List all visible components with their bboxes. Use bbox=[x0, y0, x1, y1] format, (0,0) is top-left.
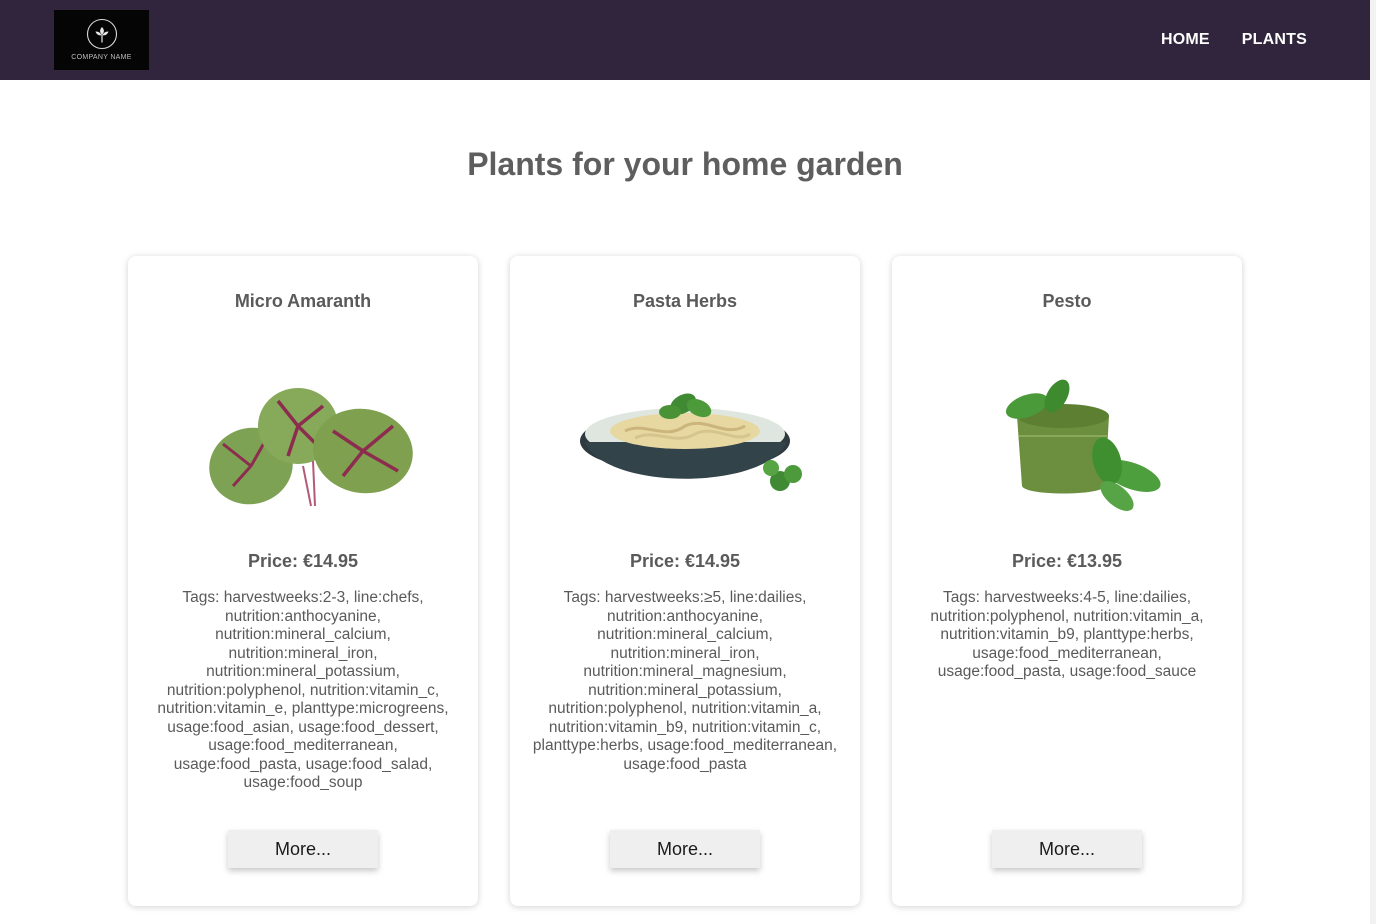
pasta-herbs-image bbox=[580, 393, 802, 491]
scrollbar[interactable] bbox=[1370, 0, 1376, 924]
more-button[interactable]: More... bbox=[992, 830, 1142, 868]
leaf-logo-icon bbox=[86, 18, 117, 50]
navbar: COMPANY NAME HOME PLANTS bbox=[0, 0, 1370, 80]
nav-links: HOME PLANTS bbox=[1161, 0, 1307, 80]
card-tags: Tags: harvestweeks:4-5, line:dailies, nu… bbox=[930, 589, 1204, 680]
card-title: Pasta Herbs bbox=[632, 291, 738, 311]
product-card-pesto: Pesto Price: €13.95 Tags: harvestweeks:4… bbox=[892, 256, 1242, 906]
more-button[interactable]: More... bbox=[610, 830, 760, 868]
card-price: Price: €13.95 bbox=[1011, 551, 1123, 571]
card-price: Price: €14.95 bbox=[629, 551, 741, 571]
pesto-image bbox=[1005, 379, 1161, 511]
card-price: Price: €14.95 bbox=[247, 551, 359, 571]
card-title: Pesto bbox=[1042, 291, 1092, 311]
nav-link-home[interactable]: HOME bbox=[1161, 31, 1210, 49]
product-card-pasta-herbs: Pasta Herbs Price: €14.95 Tags: harvestw… bbox=[510, 256, 860, 906]
card-tags: Tags: harvestweeks:2-3, line:chefs, nutr… bbox=[157, 589, 449, 791]
logo-text: COMPANY NAME bbox=[71, 54, 132, 61]
card-tags: Tags: harvestweeks:≥5, line:dailies, nut… bbox=[532, 589, 838, 773]
card-title: Micro Amaranth bbox=[234, 291, 372, 311]
nav-link-plants[interactable]: PLANTS bbox=[1242, 31, 1307, 49]
page-title: Plants for your home garden bbox=[467, 146, 903, 182]
micro-amaranth-image bbox=[209, 388, 413, 507]
page: COMPANY NAME HOME PLANTS Plants for your… bbox=[0, 0, 1376, 924]
company-logo[interactable]: COMPANY NAME bbox=[54, 10, 149, 70]
product-card-micro-amaranth: Micro Amaranth Price: €14.95 Tags: harve… bbox=[128, 256, 478, 906]
more-button[interactable]: More... bbox=[228, 830, 378, 868]
